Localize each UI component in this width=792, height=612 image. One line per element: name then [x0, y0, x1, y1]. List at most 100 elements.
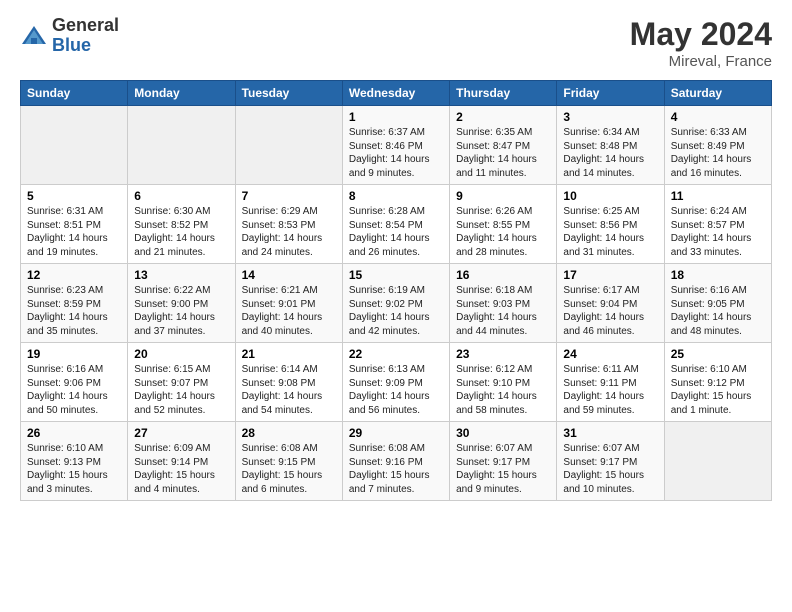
day-number: 30: [456, 426, 550, 440]
day-number: 5: [27, 189, 121, 203]
day-number: 8: [349, 189, 443, 203]
day-info: Sunrise: 6:37 AM Sunset: 8:46 PM Dayligh…: [349, 126, 443, 180]
day-info: Sunrise: 6:34 AM Sunset: 8:48 PM Dayligh…: [563, 126, 657, 180]
day-info: Sunrise: 6:22 AM Sunset: 9:00 PM Dayligh…: [134, 284, 228, 338]
day-number: 21: [242, 347, 336, 361]
day-cell: 27Sunrise: 6:09 AM Sunset: 9:14 PM Dayli…: [128, 422, 235, 501]
col-thursday: Thursday: [450, 81, 557, 106]
day-number: 2: [456, 110, 550, 124]
day-cell: 2 Sunrise: 6:35 AM Sunset: 8:47 PM Daylig…: [450, 106, 557, 185]
col-friday: Friday: [557, 81, 664, 106]
logo-icon: [20, 22, 48, 50]
day-info: Sunrise: 6:18 AM Sunset: 9:03 PM Dayligh…: [456, 284, 550, 338]
day-number: 25: [671, 347, 765, 361]
logo-blue-text: Blue: [52, 36, 119, 56]
day-number: 7: [242, 189, 336, 203]
week-row-3: 12Sunrise: 6:23 AM Sunset: 8:59 PM Dayli…: [21, 264, 772, 343]
day-cell: [664, 422, 771, 501]
day-number: 16: [456, 268, 550, 282]
day-number: 4: [671, 110, 765, 124]
week-row-2: 5 Sunrise: 6:31 AM Sunset: 8:51 PM Daylig…: [21, 185, 772, 264]
col-tuesday: Tuesday: [235, 81, 342, 106]
day-cell: [21, 106, 128, 185]
week-row-4: 19Sunrise: 6:16 AM Sunset: 9:06 PM Dayli…: [21, 343, 772, 422]
page: General Blue May 2024 Mireval, France Su…: [0, 0, 792, 612]
day-cell: 13 Sunrise: 6:22 AM Sunset: 9:00 PM Dayli…: [128, 264, 235, 343]
day-cell: 19Sunrise: 6:16 AM Sunset: 9:06 PM Dayli…: [21, 343, 128, 422]
day-info: Sunrise: 6:14 AM Sunset: 9:08 PM Dayligh…: [242, 363, 336, 417]
day-info: Sunrise: 6:21 AM Sunset: 9:01 PM Dayligh…: [242, 284, 336, 338]
day-number: 14: [242, 268, 336, 282]
day-info: Sunrise: 6:28 AM Sunset: 8:54 PM Dayligh…: [349, 205, 443, 259]
day-cell: 20 Sunrise: 6:15 AM Sunset: 9:07 PM Dayli…: [128, 343, 235, 422]
day-number: 24: [563, 347, 657, 361]
day-cell: 9 Sunrise: 6:26 AM Sunset: 8:55 PM Daylig…: [450, 185, 557, 264]
day-cell: 14 Sunrise: 6:21 AM Sunset: 9:01 PM Dayli…: [235, 264, 342, 343]
day-cell: 15Sunrise: 6:19 AM Sunset: 9:02 PM Dayli…: [342, 264, 449, 343]
week-row-1: 1Sunrise: 6:37 AM Sunset: 8:46 PM Daylig…: [21, 106, 772, 185]
header-row: Sunday Monday Tuesday Wednesday Thursday…: [21, 81, 772, 106]
col-monday: Monday: [128, 81, 235, 106]
day-cell: 29 Sunrise: 6:08 AM Sunset: 9:16 PM Dayli…: [342, 422, 449, 501]
day-number: 31: [563, 426, 657, 440]
col-sunday: Sunday: [21, 81, 128, 106]
day-cell: 16 Sunrise: 6:18 AM Sunset: 9:03 PM Dayli…: [450, 264, 557, 343]
day-info: Sunrise: 6:31 AM Sunset: 8:51 PM Dayligh…: [27, 205, 121, 259]
col-wednesday: Wednesday: [342, 81, 449, 106]
day-info: Sunrise: 6:24 AM Sunset: 8:57 PM Dayligh…: [671, 205, 765, 259]
day-cell: 12Sunrise: 6:23 AM Sunset: 8:59 PM Dayli…: [21, 264, 128, 343]
day-info: Sunrise: 6:16 AM Sunset: 9:05 PM Dayligh…: [671, 284, 765, 338]
day-info: Sunrise: 6:35 AM Sunset: 8:47 PM Dayligh…: [456, 126, 550, 180]
day-number: 11: [671, 189, 765, 203]
day-number: 9: [456, 189, 550, 203]
day-number: 26: [27, 426, 121, 440]
day-cell: 25 Sunrise: 6:10 AM Sunset: 9:12 PM Dayli…: [664, 343, 771, 422]
day-number: 19: [27, 347, 121, 361]
day-number: 10: [563, 189, 657, 203]
day-cell: 4 Sunrise: 6:33 AM Sunset: 8:49 PM Daylig…: [664, 106, 771, 185]
day-cell: 23 Sunrise: 6:12 AM Sunset: 9:10 PM Dayli…: [450, 343, 557, 422]
day-cell: 10Sunrise: 6:25 AM Sunset: 8:56 PM Dayli…: [557, 185, 664, 264]
day-info: Sunrise: 6:10 AM Sunset: 9:12 PM Dayligh…: [671, 363, 765, 417]
day-info: Sunrise: 6:23 AM Sunset: 8:59 PM Dayligh…: [27, 284, 121, 338]
day-cell: 11 Sunrise: 6:24 AM Sunset: 8:57 PM Dayli…: [664, 185, 771, 264]
day-info: Sunrise: 6:08 AM Sunset: 9:16 PM Dayligh…: [349, 442, 443, 496]
day-number: 13: [134, 268, 228, 282]
day-cell: 7 Sunrise: 6:29 AM Sunset: 8:53 PM Daylig…: [235, 185, 342, 264]
day-number: 23: [456, 347, 550, 361]
day-info: Sunrise: 6:07 AM Sunset: 9:17 PM Dayligh…: [456, 442, 550, 496]
day-cell: 18Sunrise: 6:16 AM Sunset: 9:05 PM Dayli…: [664, 264, 771, 343]
day-info: Sunrise: 6:17 AM Sunset: 9:04 PM Dayligh…: [563, 284, 657, 338]
day-number: 15: [349, 268, 443, 282]
day-info: Sunrise: 6:09 AM Sunset: 9:14 PM Dayligh…: [134, 442, 228, 496]
day-cell: [128, 106, 235, 185]
day-number: 20: [134, 347, 228, 361]
subtitle: Mireval, France: [630, 53, 772, 70]
day-cell: 8 Sunrise: 6:28 AM Sunset: 8:54 PM Daylig…: [342, 185, 449, 264]
day-number: 29: [349, 426, 443, 440]
day-cell: 28Sunrise: 6:08 AM Sunset: 9:15 PM Dayli…: [235, 422, 342, 501]
main-title: May 2024: [630, 16, 772, 53]
calendar-table: Sunday Monday Tuesday Wednesday Thursday…: [20, 80, 772, 501]
day-cell: [235, 106, 342, 185]
day-info: Sunrise: 6:33 AM Sunset: 8:49 PM Dayligh…: [671, 126, 765, 180]
day-cell: 22Sunrise: 6:13 AM Sunset: 9:09 PM Dayli…: [342, 343, 449, 422]
logo: General Blue: [20, 16, 119, 56]
day-info: Sunrise: 6:30 AM Sunset: 8:52 PM Dayligh…: [134, 205, 228, 259]
header: General Blue May 2024 Mireval, France: [20, 16, 772, 70]
day-number: 17: [563, 268, 657, 282]
day-info: Sunrise: 6:12 AM Sunset: 9:10 PM Dayligh…: [456, 363, 550, 417]
day-info: Sunrise: 6:15 AM Sunset: 9:07 PM Dayligh…: [134, 363, 228, 417]
day-info: Sunrise: 6:08 AM Sunset: 9:15 PM Dayligh…: [242, 442, 336, 496]
day-info: Sunrise: 6:11 AM Sunset: 9:11 PM Dayligh…: [563, 363, 657, 417]
day-info: Sunrise: 6:29 AM Sunset: 8:53 PM Dayligh…: [242, 205, 336, 259]
day-cell: 6 Sunrise: 6:30 AM Sunset: 8:52 PM Daylig…: [128, 185, 235, 264]
day-cell: 24 Sunrise: 6:11 AM Sunset: 9:11 PM Dayli…: [557, 343, 664, 422]
day-info: Sunrise: 6:07 AM Sunset: 9:17 PM Dayligh…: [563, 442, 657, 496]
logo-general-text: General: [52, 16, 119, 36]
day-number: 6: [134, 189, 228, 203]
day-cell: 5 Sunrise: 6:31 AM Sunset: 8:51 PM Daylig…: [21, 185, 128, 264]
day-info: Sunrise: 6:26 AM Sunset: 8:55 PM Dayligh…: [456, 205, 550, 259]
week-row-5: 26Sunrise: 6:10 AM Sunset: 9:13 PM Dayli…: [21, 422, 772, 501]
day-cell: 21 Sunrise: 6:14 AM Sunset: 9:08 PM Dayli…: [235, 343, 342, 422]
